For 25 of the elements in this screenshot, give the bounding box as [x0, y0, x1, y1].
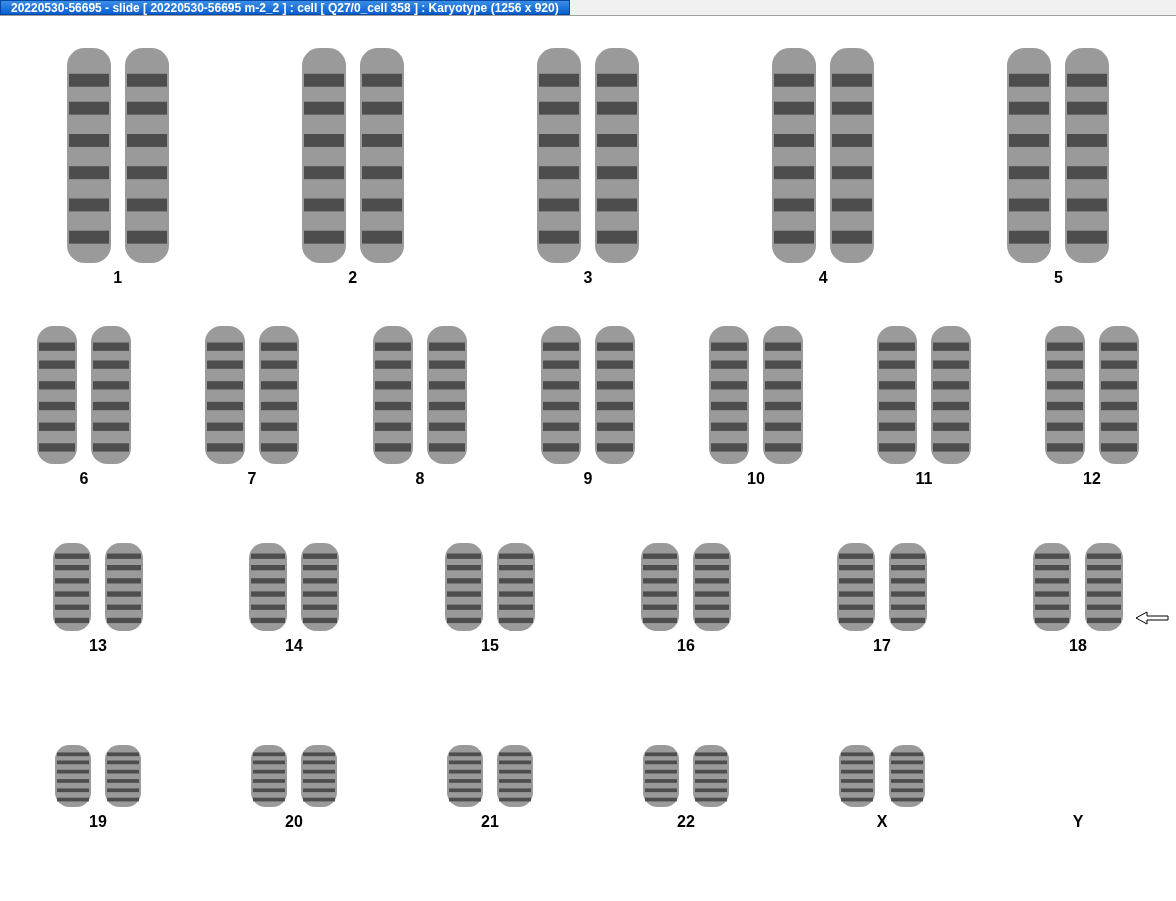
chromosome-label: 19	[89, 813, 107, 831]
chromosome-label: 16	[677, 637, 695, 655]
chromosome-label: 2	[348, 269, 358, 287]
chromosome-label: Y	[1072, 813, 1084, 831]
chromosome-label: 14	[285, 637, 303, 655]
chromosome-label: 6	[79, 470, 89, 488]
chromosome-label: 4	[818, 269, 828, 287]
chromosome-label: 22	[677, 813, 695, 831]
chromosome-label: 9	[583, 470, 593, 488]
chromosome-label: 7	[247, 470, 257, 488]
chromosome-label: 13	[89, 637, 107, 655]
chromosome-label: 5	[1053, 269, 1063, 287]
chromosome-label: 21	[481, 813, 499, 831]
chromosome-label: 17	[873, 637, 891, 655]
chromosome-label: 10	[747, 470, 765, 488]
window-title: 20220530-56695 - slide [ 20220530-56695 m-2_2 ] : cell [ Q27/0_cell 358 ] : Karyotype (1256 x 920)	[0, 0, 570, 15]
chromosome-label: 20	[285, 813, 303, 831]
chromosome-label: 8	[415, 470, 425, 488]
chromosome-label: 18	[1069, 637, 1087, 655]
chromosome-label: 15	[481, 637, 499, 655]
chromosome-label: 12	[1083, 470, 1101, 488]
chromosome-label: 11	[915, 470, 933, 488]
chromosome-label: 3	[583, 269, 593, 287]
chromosome-label: 1	[113, 269, 123, 287]
chromosome-label: X	[876, 813, 888, 831]
